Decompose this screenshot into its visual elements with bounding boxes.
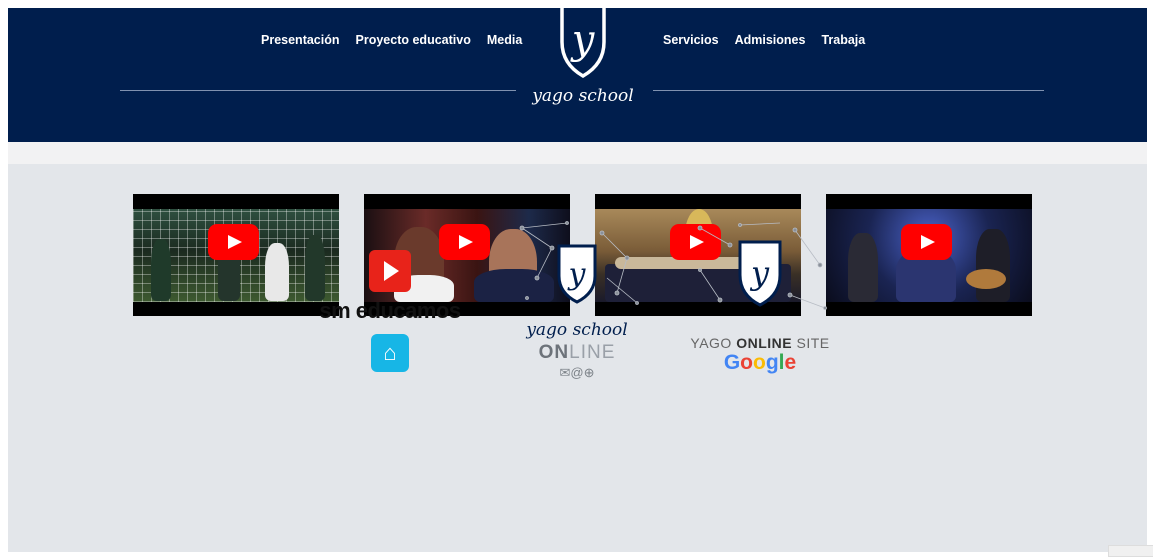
sm-home-app-icon[interactable]: [371, 334, 409, 372]
brand-wordmark: yago school: [532, 86, 634, 106]
recaptcha-badge[interactable]: [1108, 545, 1153, 557]
google-logo: Google: [723, 351, 797, 374]
site-label-suffix: SITE: [792, 335, 830, 351]
figure: [151, 239, 171, 301]
nav-media[interactable]: Media: [487, 33, 522, 47]
nav-presentacion[interactable]: Presentación: [261, 33, 340, 47]
yago-online-logo[interactable]: y yago school ONLINE ✉@⊕: [507, 218, 647, 381]
site-label-bold: ONLINE: [736, 335, 793, 351]
site-logo-letter: y: [749, 254, 770, 292]
yago-shield-logo[interactable]: y: [548, 8, 618, 80]
online-contact-icons: ✉@⊕: [559, 365, 595, 380]
figure: [966, 269, 1006, 289]
video-card-1[interactable]: [133, 194, 339, 316]
video-card-4[interactable]: [826, 194, 1032, 316]
youtube-play-icon[interactable]: [901, 224, 952, 260]
network-shield-icon: y: [697, 222, 827, 310]
sm-play-icon: [369, 250, 411, 292]
online-word: ONLINE: [507, 342, 647, 364]
header-shadow-strip: [8, 142, 1147, 164]
nav-admisiones[interactable]: Admisiones: [735, 33, 806, 47]
nav-left: Presentación Proyecto educativo Media: [261, 33, 538, 47]
figure: [976, 229, 1010, 302]
sm-educamos-text: sm educamos: [319, 298, 461, 323]
nav-servicios[interactable]: Servicios: [663, 33, 719, 47]
site-label-prefix: YAGO: [690, 335, 737, 351]
header-divider-left: [120, 90, 516, 91]
online-on: ON: [538, 342, 570, 363]
logo-letter: y: [570, 17, 596, 63]
network-shield-icon: y: [519, 221, 639, 305]
site-header: Presentación Proyecto educativo Media y …: [8, 8, 1147, 142]
online-line: LINE: [569, 342, 616, 363]
nav-trabaja[interactable]: Trabaja: [821, 33, 865, 47]
nav-right: Servicios Admisiones Trabaja: [663, 33, 881, 47]
online-brand-text: yago school: [526, 320, 628, 340]
sm-educamos-logo[interactable]: sm educamos: [310, 250, 470, 372]
yago-online-site-logo[interactable]: y YAGO ONLINE SITE Google: [680, 220, 840, 375]
site-label: YAGO ONLINE SITE: [680, 335, 840, 351]
figure: [848, 233, 878, 302]
online-logo-letter: y: [567, 257, 587, 292]
youtube-play-icon[interactable]: [208, 224, 259, 260]
header-divider-right: [653, 90, 1044, 91]
figure: [265, 243, 289, 301]
nav-proyecto-educativo[interactable]: Proyecto educativo: [356, 33, 471, 47]
